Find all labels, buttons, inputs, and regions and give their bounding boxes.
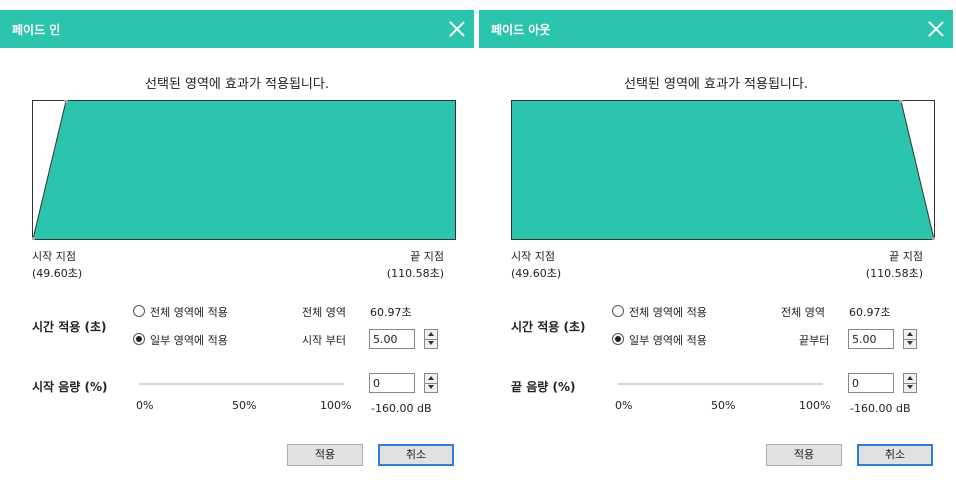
total-area-value: 60.97초 — [849, 306, 891, 319]
start-from-input[interactable]: 5.00 — [369, 329, 415, 349]
end-point-time: (110.58초) — [386, 267, 444, 280]
close-icon[interactable] — [444, 16, 470, 42]
start-point-label: 시작 지점 — [32, 250, 76, 263]
volume-spinner[interactable] — [903, 373, 917, 393]
instruction-text: 선택된 영역에 효과가 적용됩니다. — [145, 77, 329, 92]
radio-apply-all-label[interactable]: 전체 영역에 적용 — [629, 304, 707, 320]
start-point-time: (49.60초) — [32, 267, 83, 280]
end-from-spinner[interactable] — [903, 329, 917, 349]
start-point-time: (49.60초) — [511, 267, 562, 280]
title-bar: 페이드 아웃 — [479, 10, 953, 48]
fade-in-dialog: 페이드 인 선택된 영역에 효과가 적용됩니다. 시작 지점 (49.60초) … — [0, 0, 474, 480]
volume-db: -160.00 dB — [850, 402, 911, 415]
fade-envelope — [33, 101, 455, 239]
total-area-label: 전체 영역 — [302, 306, 346, 319]
apply-button[interactable]: 적용 — [287, 444, 363, 466]
radio-apply-all[interactable] — [612, 305, 624, 317]
fade-envelope — [512, 101, 934, 239]
volume-input[interactable]: 0 — [848, 373, 894, 393]
close-icon[interactable] — [923, 16, 949, 42]
total-area-label: 전체 영역 — [781, 306, 825, 319]
end-from-input[interactable]: 5.00 — [848, 329, 894, 349]
volume-label: 끝 음량 (%) — [511, 380, 576, 394]
volume-spinner[interactable] — [424, 373, 438, 393]
apply-button[interactable]: 적용 — [766, 444, 842, 466]
title-bar: 페이드 인 — [0, 10, 474, 48]
radio-apply-partial-label[interactable]: 일부 영역에 적용 — [150, 332, 228, 348]
spin-down-icon[interactable] — [425, 339, 437, 348]
volume-slider[interactable] — [618, 383, 823, 385]
radio-apply-partial[interactable] — [133, 333, 145, 345]
volume-input[interactable]: 0 — [369, 373, 415, 393]
slider-tick-0: 0% — [615, 399, 633, 412]
time-apply-label: 시간 적용 (초) — [511, 320, 586, 334]
fade-out-curve-graph[interactable] — [511, 100, 935, 240]
cancel-button[interactable]: 취소 — [857, 444, 933, 466]
slider-tick-100: 100% — [320, 399, 352, 412]
total-area-value: 60.97초 — [370, 306, 412, 319]
volume-label: 시작 음량 (%) — [32, 380, 108, 394]
end-point-time: (110.58초) — [865, 267, 923, 280]
volume-slider[interactable] — [139, 383, 344, 385]
end-from-label: 끝부터 — [799, 334, 830, 347]
cancel-button[interactable]: 취소 — [378, 444, 454, 466]
instruction-text: 선택된 영역에 효과가 적용됩니다. — [624, 77, 808, 92]
slider-tick-100: 100% — [799, 399, 831, 412]
start-from-spinner[interactable] — [424, 329, 438, 349]
fade-out-dialog: 페이드 아웃 선택된 영역에 효과가 적용됩니다. 시작 지점 (49.60초)… — [479, 0, 953, 480]
radio-apply-all-label[interactable]: 전체 영역에 적용 — [150, 304, 228, 320]
spin-down-icon[interactable] — [904, 383, 916, 392]
radio-apply-partial[interactable] — [612, 333, 624, 345]
spin-down-icon[interactable] — [904, 339, 916, 348]
slider-tick-50: 50% — [711, 399, 736, 412]
fade-in-curve-graph[interactable] — [32, 100, 456, 240]
start-from-label: 시작 부터 — [302, 334, 346, 347]
dialog-title: 페이드 인 — [12, 23, 61, 37]
radio-apply-all[interactable] — [133, 305, 145, 317]
spin-down-icon[interactable] — [425, 383, 437, 392]
slider-tick-50: 50% — [232, 399, 257, 412]
radio-apply-partial-label[interactable]: 일부 영역에 적용 — [629, 332, 707, 348]
dialog-title: 페이드 아웃 — [491, 23, 551, 37]
end-point-label: 끝 지점 — [410, 250, 444, 263]
slider-tick-0: 0% — [136, 399, 154, 412]
end-point-label: 끝 지점 — [889, 250, 923, 263]
time-apply-label: 시간 적용 (초) — [32, 320, 107, 334]
volume-db: -160.00 dB — [371, 402, 432, 415]
start-point-label: 시작 지점 — [511, 250, 555, 263]
